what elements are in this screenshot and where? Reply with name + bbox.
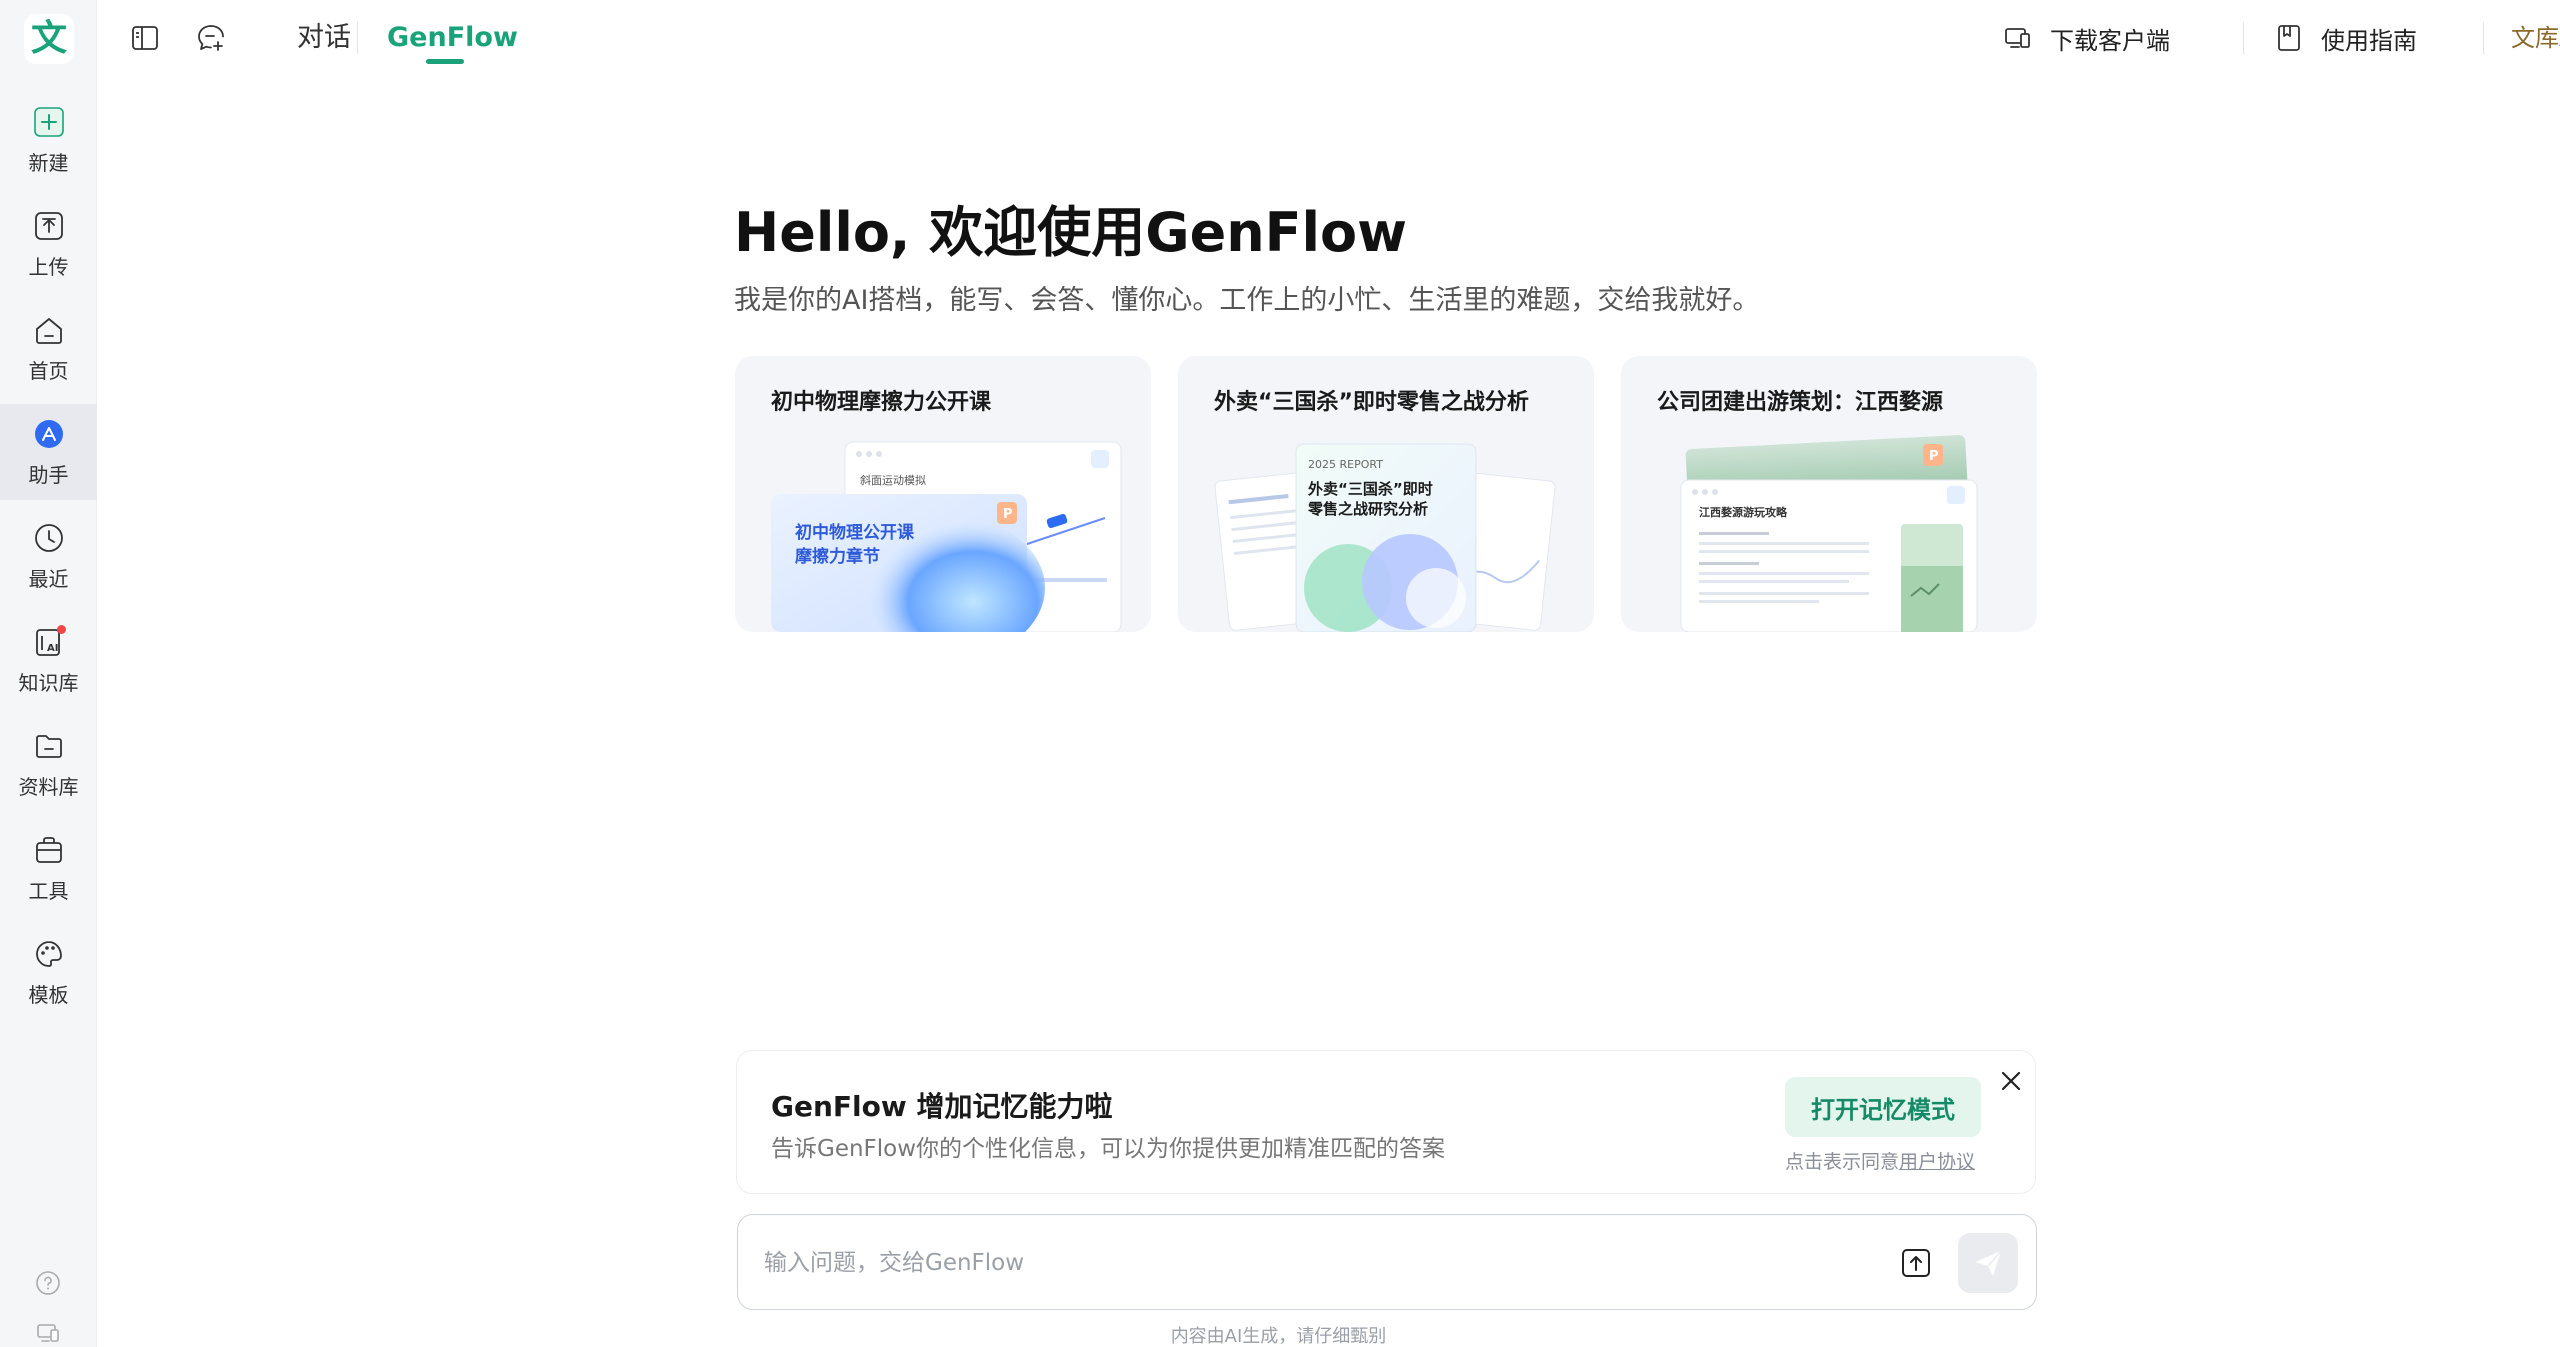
sidebar-item-library[interactable]: 资料库 [0,716,97,812]
thumb-title-1: 初中物理公开课 [795,522,915,543]
thumb-title-1: 外卖“三国杀”即时 [1307,480,1433,498]
sidebar-item-label: 上传 [28,254,69,279]
page-subtitle: 我是你的AI搭档，能写、会答、懂你心。工作上的小忙、生活里的难题，交给我就好。 [734,285,1760,316]
sidebar-item-home[interactable]: 首页 [0,300,97,396]
agreement-text: 点击表示同意用户协议 [1785,1147,1975,1174]
top-bar: 对话 GenFlow 下载客户端 使用指南 文库AI实力派 [97,0,2560,78]
example-card-physics[interactable]: 初中物理摩擦力公开课 斜面运动模拟 P 初中物理公开课 摩擦力章节 [735,356,1151,632]
help-icon[interactable] [33,1268,63,1298]
sidebar-item-tools[interactable]: 工具 [0,820,97,916]
sidebar-item-label: 知识库 [18,670,79,695]
open-memory-button[interactable]: 打开记忆模式 [1785,1077,1981,1137]
upload-file-icon[interactable] [1894,1241,1938,1285]
app-logo[interactable]: 文 [24,14,74,64]
active-tab-indicator [426,59,464,64]
topbar-divider [357,22,358,54]
svg-text:P: P [1929,449,1939,464]
home-icon [32,313,66,347]
palette-icon [32,937,66,971]
banner-title: GenFlow 增加记忆能力啦 [771,1090,1113,1123]
vip-link[interactable]: 文库AI实力派 [2511,20,2560,56]
assistant-icon [32,417,66,451]
download-client-button[interactable]: 下载客户端 [2002,20,2170,56]
toolbox-icon [32,833,66,867]
close-icon[interactable] [1995,1065,2027,1097]
thumb-title-2: 摩擦力章节 [795,546,880,567]
example-card-travel[interactable]: 公司团建出游策划：江西婺源 P 江西婺源游玩攻略 [1621,356,2037,632]
book-icon [2273,22,2305,54]
sidebar-item-label: 最近 [28,566,69,591]
user-guide-label: 使用指南 [2321,26,2417,55]
clock-icon [32,521,66,555]
app-logo-char: 文 [30,18,67,59]
example-card-report[interactable]: 外卖“三国杀”即时零售之战分析 2025 REPORT 外卖“三国杀”即时 零售… [1178,356,1594,632]
thumb-label: 斜面运动模拟 [860,473,926,487]
sidebar: 文 新建 上传 首页 助手 最近 AI 知识库 资料库 工具 模板 [0,0,97,1347]
user-agreement-link[interactable]: 用户协议 [1899,1151,1975,1173]
svg-text:P: P [1003,507,1013,522]
disclaimer-text: 内容由AI生成，请仔细甄别 [1170,1326,1387,1347]
sidebar-item-label: 首页 [28,358,69,383]
sidebar-item-label: 资料库 [18,774,79,799]
sidebar-item-label: 模板 [28,982,69,1007]
sidebar-item-label: 新建 [28,150,69,175]
thumb-title-2: 零售之战研究分析 [1307,500,1428,518]
thumb-label: 2025 REPORT [1308,458,1383,471]
send-icon[interactable] [1958,1233,2018,1293]
sidebar-toggle-icon[interactable] [127,20,163,56]
chat-input[interactable] [764,1243,1764,1283]
sidebar-item-label: 助手 [28,462,69,487]
tab-genflow[interactable]: GenFlow [387,20,518,56]
topbar-divider [2243,22,2244,54]
download-client-label: 下载客户端 [2050,26,2170,55]
svg-text:AI: AI [47,643,58,654]
sidebar-item-new[interactable]: 新建 [0,92,97,188]
ai-disclaimer: 内容由AI生成，请仔细甄别 [0,1322,2560,1347]
folder-icon [32,729,66,763]
card-thumbnail: 2025 REPORT 外卖“三国杀”即时 零售之战研究分析 [1214,443,1556,632]
page-title: Hello, 欢迎使用GenFlow [734,201,1408,264]
memory-banner: GenFlow 增加记忆能力啦 告诉GenFlow你的个性化信息，可以为你提供更… [736,1050,2036,1194]
sidebar-item-label: 工具 [28,878,69,903]
sidebar-item-knowledge[interactable]: AI 知识库 [0,612,97,708]
agreement-prefix: 点击表示同意 [1785,1151,1900,1173]
topbar-divider [2483,22,2484,54]
card-thumbnail: P 江西婺源游玩攻略 [1680,435,1978,632]
knowledge-base-icon: AI [32,624,66,659]
chat-input-box [737,1214,2037,1310]
sidebar-item-assistant[interactable]: 助手 [0,404,97,500]
monitor-phone-icon [2002,22,2034,54]
banner-description: 告诉GenFlow你的个性化信息，可以为你提供更加精准匹配的答案 [771,1136,1446,1162]
tab-chat[interactable]: 对话 [297,20,351,56]
card-thumbnail: 斜面运动模拟 P 初中物理公开课 摩擦力章节 [771,441,1122,632]
new-chat-icon[interactable] [193,20,229,56]
plus-square-icon [32,105,66,139]
notification-dot [56,624,66,634]
user-guide-button[interactable]: 使用指南 [2273,20,2417,56]
upload-icon [32,209,66,243]
sidebar-item-recent[interactable]: 最近 [0,508,97,604]
sidebar-item-upload[interactable]: 上传 [0,196,97,292]
sidebar-item-templates[interactable]: 模板 [0,924,97,1020]
thumb-label: 江西婺源游玩攻略 [1699,505,1788,519]
